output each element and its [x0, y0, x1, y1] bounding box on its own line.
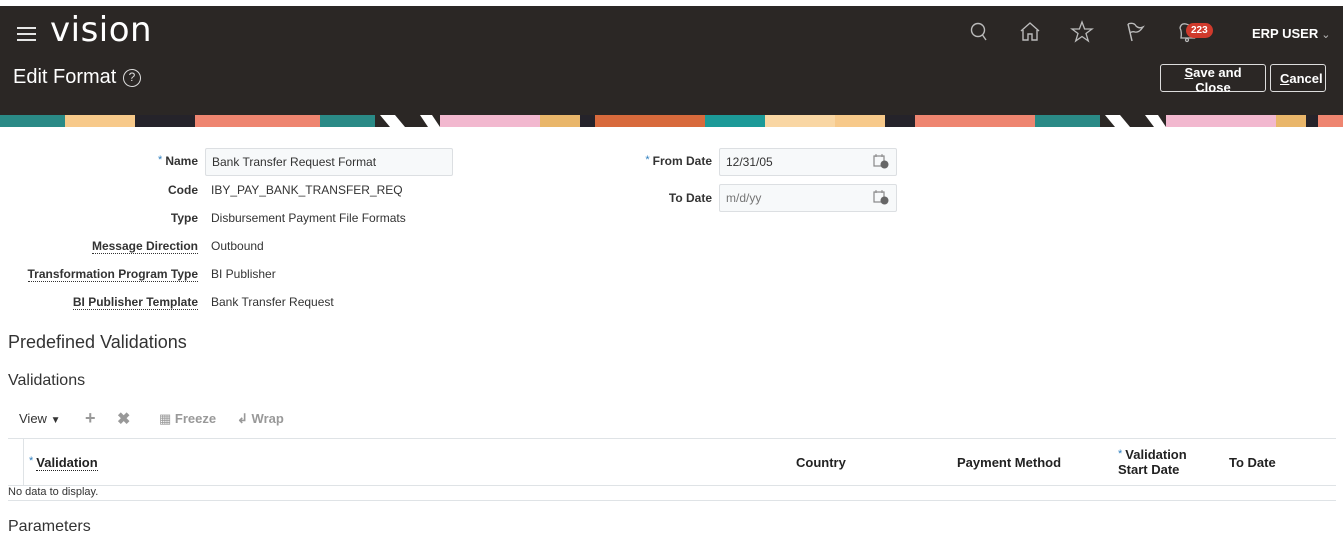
delete-icon[interactable]: ✖ — [117, 409, 130, 429]
name-input[interactable] — [205, 148, 453, 176]
table-header: * Validation Country Payment Method * Vali… — [8, 438, 1336, 486]
user-name: ERP USER — [1252, 26, 1319, 41]
freeze-icon: ▦ — [159, 411, 172, 426]
from-date-input[interactable] — [719, 148, 897, 176]
help-icon[interactable]: ? — [123, 69, 141, 87]
column-header-payment-method[interactable]: Payment Method — [957, 455, 1061, 470]
transformation-program-type-value: BI Publisher — [211, 267, 276, 281]
view-menu[interactable]: View ▼ — [19, 411, 60, 426]
cancel-button[interactable]: Cancel — [1270, 64, 1326, 92]
column-header-to-date[interactable]: To Date — [1229, 455, 1276, 470]
column-header-validation[interactable]: * Validation — [29, 455, 98, 471]
calendar-icon[interactable] — [873, 189, 889, 205]
required-indicator: * — [158, 154, 163, 166]
flag-icon[interactable] — [1121, 18, 1149, 46]
bi-publisher-template-label[interactable]: BI Publisher Template — [20, 295, 198, 310]
empty-table-message: No data to display. — [8, 486, 1336, 501]
wrap-icon: ↲ — [237, 411, 248, 426]
notification-badge[interactable]: 223 — [1186, 23, 1213, 38]
star-icon[interactable] — [1068, 18, 1096, 46]
type-value: Disbursement Payment File Formats — [211, 211, 406, 225]
column-header-country[interactable]: Country — [796, 455, 846, 470]
required-indicator: * — [645, 154, 650, 166]
page-title: Edit Format — [13, 66, 117, 88]
validations-table: * Validation Country Payment Method * Vali… — [8, 438, 1336, 501]
predefined-validations-heading: Predefined Validations — [8, 332, 187, 352]
user-menu[interactable]: ERP USER ⌄ — [1252, 26, 1330, 41]
wrap-button[interactable]: ↲ Wrap — [237, 411, 284, 427]
message-direction-value: Outbound — [211, 239, 264, 253]
calendar-icon[interactable] — [873, 153, 889, 169]
app-header: vision 223 ERP USER ⌄ Edit Format ? Save … — [0, 6, 1343, 115]
validations-heading: Validations — [8, 372, 86, 389]
chevron-down-icon: ⌄ — [1321, 29, 1331, 41]
freeze-button[interactable]: ▦ Freeze — [159, 411, 216, 427]
to-date-input[interactable] — [719, 184, 897, 212]
bi-publisher-template-value: Bank Transfer Request — [211, 295, 334, 309]
menu-icon[interactable] — [17, 27, 36, 41]
app-logo[interactable]: vision — [50, 10, 152, 50]
decorative-banner — [0, 115, 1343, 127]
name-label: * Name — [158, 154, 198, 168]
dropdown-arrow-icon: ▼ — [50, 415, 61, 426]
search-icon[interactable] — [966, 18, 994, 46]
home-icon[interactable] — [1016, 18, 1044, 46]
code-label: Code — [168, 183, 198, 197]
message-direction-label[interactable]: Message Direction — [20, 239, 198, 254]
parameters-heading: Parameters — [8, 518, 91, 535]
type-label: Type — [170, 211, 198, 225]
column-header-validation-start-date[interactable]: * Validation Start Date — [1118, 447, 1187, 477]
add-icon[interactable]: + — [85, 408, 96, 429]
save-and-close-button[interactable]: Save and Close — [1160, 64, 1266, 95]
from-date-label: * From Date — [645, 154, 712, 168]
code-value: IBY_PAY_BANK_TRANSFER_REQ — [211, 183, 403, 197]
transformation-program-type-label[interactable]: Transformation Program Type — [0, 267, 198, 282]
to-date-label: To Date — [668, 191, 712, 205]
